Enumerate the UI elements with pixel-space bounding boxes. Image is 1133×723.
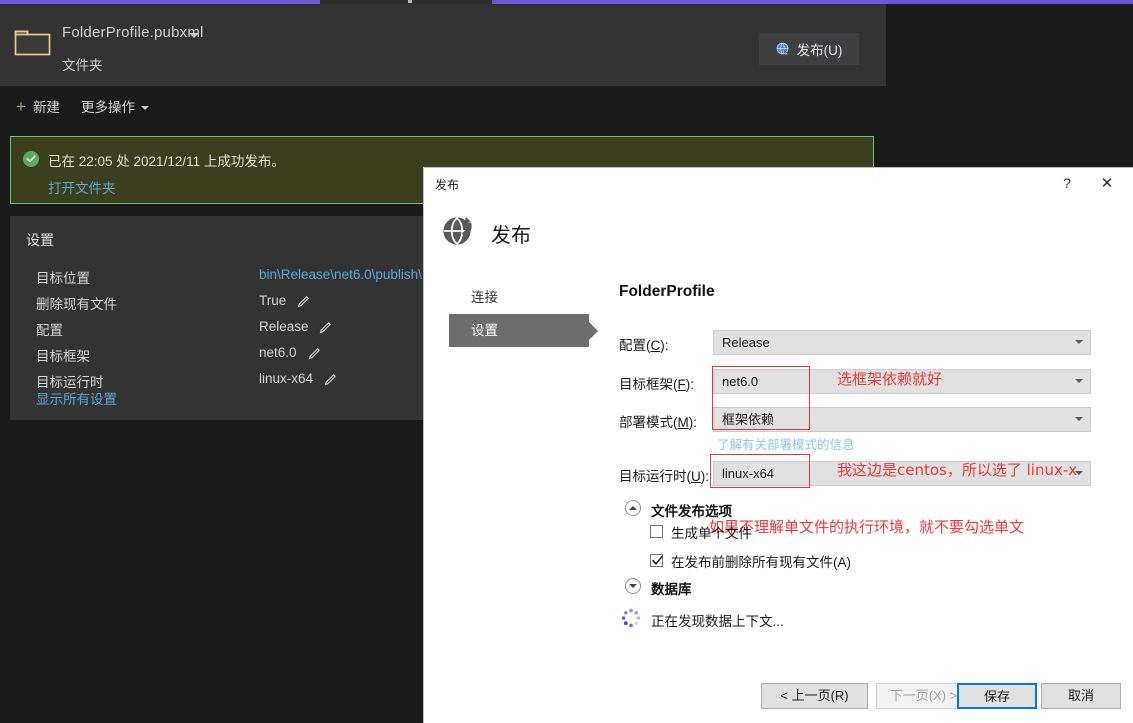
pencil-icon[interactable] [297,295,310,308]
database-title: 数据库 [651,582,692,597]
row-value: linux-x64 [259,371,314,386]
profile-name: FolderProfile.pubxml [62,24,204,41]
previous-button[interactable]: < 上一页(R) [761,683,868,709]
folder-icon [14,26,52,56]
profile-form-title: FolderProfile [619,283,715,300]
dialog-heading: 发布 [491,225,531,247]
help-icon[interactable]: ? [1056,173,1078,193]
target-runtime-value: linux-x64 [722,466,775,481]
publish-globe-icon [776,42,791,57]
publish-button-label: 发布(U) [796,43,843,58]
single-file-label: 生成单个文件 [671,526,752,541]
row-value: Release [259,319,309,334]
configuration-combobox[interactable]: Release [713,330,1091,355]
success-message: 已在 22:05 处 2021/12/11 上成功发布。 [48,154,285,169]
nav-selected-arrow [589,322,598,340]
show-all-settings-link[interactable]: 显示所有设置 [36,388,117,408]
delete-existing-label: 在发布前删除所有现有文件(A) [671,555,851,570]
loading-spinner-icon [621,608,641,628]
target-framework-label: 目标框架(F): [619,377,694,392]
save-button[interactable]: 保存 [957,683,1037,709]
profile-subtitle: 文件夹 [62,58,103,73]
profile-toolbar: + 新建 更多操作 [0,86,1133,126]
configuration-value: Release [722,335,770,350]
plus-icon: + [16,96,26,116]
dialog-titlebar: 发布 ? ✕ [424,168,1133,198]
new-profile-label: 新建 [32,100,60,115]
pencil-icon[interactable] [324,373,337,386]
annotation-text-singlefile: 如果不理解单文件的执行环境，就不要勾选单文 [709,518,1025,536]
close-icon[interactable]: ✕ [1096,173,1118,193]
database-status-text: 正在发现数据上下文... [651,614,784,629]
chevron-down-icon [141,105,149,110]
annotation-text-framework: 选框架依赖就好 [837,370,943,388]
configuration-label: 配置(C): [619,338,669,353]
row-label: 目标框架 [36,349,90,364]
pencil-icon[interactable] [308,347,321,360]
pencil-icon[interactable] [319,321,332,334]
deployment-mode-label: 部署模式(M): [619,415,697,430]
cancel-button[interactable]: 取消 [1041,683,1121,709]
delete-existing-checkbox[interactable] [650,554,663,567]
file-options-expander[interactable] [625,500,641,516]
publish-button[interactable]: 发布(U) [759,33,859,65]
single-file-checkbox[interactable] [650,525,663,538]
row-value[interactable]: bin\Release\net6.0\publish\ [259,267,422,282]
open-folder-link[interactable]: 打开文件夹 [48,177,116,197]
row-value: True [259,293,287,308]
new-profile-button[interactable]: + 新建 [16,96,60,116]
row-value: net6.0 [259,345,297,360]
profile-header-panel: FolderProfile.pubxml 文件夹 发布(U) [0,4,886,86]
annotation-text-runtime: 我这边是centos，所以选了 linux-x [837,461,1078,479]
chevron-down-icon [1075,417,1083,421]
nav-item-settings[interactable]: 设置 [449,314,589,347]
row-label: 目标位置 [36,271,90,286]
settings-card-title: 设置 [26,232,54,248]
file-options-title: 文件发布选项 [651,504,732,519]
deployment-mode-value: 框架依赖 [722,412,775,427]
database-expander[interactable] [625,578,641,594]
success-check-icon [23,151,39,167]
publish-dialog: 发布 ? ✕ 发布 连接 设置 FolderProfile 配置(C): Rel… [423,167,1133,723]
chevron-down-icon[interactable] [189,33,199,38]
more-actions-button[interactable]: 更多操作 [81,96,149,116]
deployment-mode-combobox[interactable]: 框架依赖 [713,407,1091,432]
target-framework-value: net6.0 [722,374,759,389]
accent-bar-marker [408,0,412,3]
chevron-down-icon [1075,379,1083,383]
deploy-mode-info-link[interactable]: 了解有关部署模式的信息 [717,434,855,453]
nav-item-connection[interactable]: 连接 [449,281,589,314]
row-label: 配置 [36,323,63,338]
target-runtime-label: 目标运行时(U): [619,469,709,484]
publish-globe-icon [441,213,477,249]
more-actions-label: 更多操作 [81,100,135,115]
dialog-title: 发布 [435,178,460,192]
chevron-down-icon [1075,340,1083,344]
row-label: 删除现有文件 [36,297,117,312]
